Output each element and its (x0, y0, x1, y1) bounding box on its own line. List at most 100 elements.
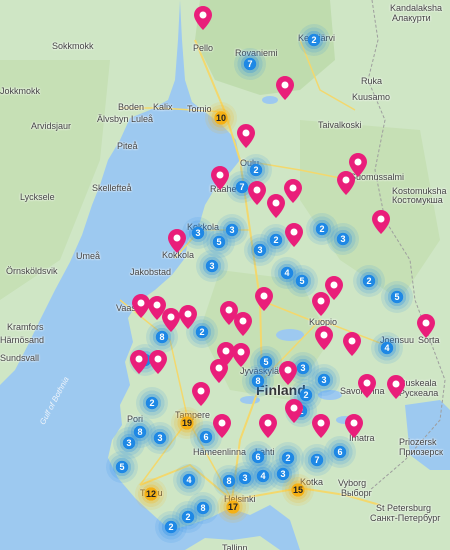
cluster-count: 3 (209, 261, 215, 271)
cluster-marker[interactable]: 10 (205, 102, 237, 134)
cluster-count: 7 (314, 455, 320, 465)
cluster-count: 4 (260, 471, 266, 481)
cluster-count: 2 (168, 522, 174, 532)
place-label: Kramfors (7, 322, 44, 332)
cluster-count: 6 (203, 432, 209, 442)
place-label: Örnsköldsvik (6, 266, 58, 276)
location-pin-icon[interactable] (276, 76, 294, 100)
place-label: Umeå (76, 251, 101, 261)
cluster-count: 3 (195, 228, 201, 238)
cluster-marker[interactable]: 17 (217, 491, 249, 523)
location-pin-icon[interactable] (358, 374, 376, 398)
place-label: Boden (118, 102, 145, 112)
cluster-marker[interactable]: 2 (136, 387, 168, 419)
location-pin-icon[interactable] (387, 375, 405, 399)
place-label: Sundsvall (0, 353, 40, 363)
location-pin-icon[interactable] (337, 171, 355, 195)
cluster-count: 2 (199, 327, 205, 337)
place-label: Jakobstad (130, 267, 172, 277)
location-pin-icon[interactable] (267, 194, 285, 218)
cluster-count: 5 (216, 237, 222, 247)
place-label: Костомукша (392, 195, 443, 205)
cluster-count: 2 (366, 276, 372, 286)
cluster-count: 8 (255, 376, 261, 386)
cluster-count: 17 (227, 502, 238, 512)
location-pin-icon[interactable] (179, 305, 197, 329)
location-pin-icon[interactable] (237, 124, 255, 148)
cluster-count: 2 (149, 398, 155, 408)
cluster-count: 2 (253, 165, 259, 175)
cluster-marker[interactable]: 8 (242, 365, 274, 397)
cluster-marker[interactable]: 12 (135, 478, 167, 510)
cluster-count: 12 (145, 489, 156, 499)
place-label: Kuusamo (352, 92, 391, 102)
location-pin-icon[interactable] (343, 332, 361, 356)
location-pin-icon[interactable] (192, 382, 210, 406)
place-label: Priozersk (399, 437, 437, 447)
lake (276, 329, 304, 341)
place-label: Tallinn (222, 543, 248, 550)
place-label: Алакурти (392, 13, 431, 23)
location-pin-icon[interactable] (372, 210, 390, 234)
place-label: Kalix (153, 102, 173, 112)
cluster-marker[interactable]: 3 (196, 250, 228, 282)
location-pin-icon[interactable] (255, 287, 273, 311)
location-pin-icon[interactable] (315, 326, 333, 350)
location-pin-icon[interactable] (284, 179, 302, 203)
cluster-marker[interactable]: 5 (106, 451, 138, 483)
cluster-marker[interactable]: 3 (144, 422, 176, 454)
cluster-count: 5 (299, 276, 305, 286)
cluster-count: 3 (321, 375, 327, 385)
location-pin-icon[interactable] (248, 181, 266, 205)
place-label: Arvidsjaur (31, 121, 72, 131)
cluster-count: 15 (292, 485, 303, 495)
cluster-count: 2 (185, 512, 191, 522)
location-pin-icon[interactable] (279, 361, 297, 385)
location-pin-icon[interactable] (162, 308, 180, 332)
location-pin-icon[interactable] (130, 350, 148, 374)
location-pin-icon[interactable] (312, 292, 330, 316)
location-pin-icon[interactable] (285, 223, 303, 247)
cluster-marker[interactable]: 2 (353, 265, 385, 297)
location-pin-icon[interactable] (232, 343, 250, 367)
location-pin-icon[interactable] (234, 312, 252, 336)
location-pin-icon[interactable] (210, 359, 228, 383)
place-label: Lycksele (20, 192, 55, 202)
cluster-count: 6 (337, 447, 343, 457)
cluster-count: 5 (394, 292, 400, 302)
location-pin-icon[interactable] (168, 229, 186, 253)
cluster-marker[interactable]: 15 (282, 474, 314, 506)
cluster-count: 8 (159, 332, 165, 342)
cluster-count: 4 (186, 475, 192, 485)
location-pin-icon[interactable] (259, 414, 277, 438)
cluster-marker[interactable]: 4 (371, 332, 403, 364)
location-pin-icon[interactable] (312, 414, 330, 438)
location-pin-icon[interactable] (285, 399, 303, 423)
location-pin-icon[interactable] (417, 314, 435, 338)
location-pin-icon[interactable] (345, 414, 363, 438)
place-label: Pello (193, 43, 214, 53)
location-pin-icon[interactable] (213, 414, 231, 438)
location-pin-icon[interactable] (149, 350, 167, 374)
place-label: Härnösand (0, 335, 45, 345)
cluster-count: 2 (273, 235, 279, 245)
cluster-count: 5 (119, 462, 125, 472)
place-label: Приозерск (399, 447, 443, 457)
cluster-count: 7 (239, 182, 245, 192)
cluster-marker[interactable]: 2 (155, 511, 187, 543)
cluster-marker[interactable]: 7 (234, 48, 266, 80)
place-label: St Petersburg (376, 503, 432, 513)
cluster-count: 10 (215, 113, 226, 123)
cluster-count: 3 (300, 363, 306, 373)
cluster-marker[interactable]: 3 (327, 223, 359, 255)
cluster-count: 8 (226, 476, 232, 486)
cluster-marker[interactable]: 2 (298, 24, 330, 56)
location-pin-icon[interactable] (211, 166, 229, 190)
cluster-marker[interactable]: 6 (324, 436, 356, 468)
cluster-count: 2 (311, 35, 317, 45)
cluster-marker[interactable]: 5 (381, 281, 413, 313)
cluster-count: 3 (157, 433, 163, 443)
map-view[interactable]: PelloRovaniemiKemijärviKandalakshaАлакур… (0, 0, 450, 550)
location-pin-icon[interactable] (194, 6, 212, 30)
place-label: Санкт-Петербург (370, 513, 441, 523)
